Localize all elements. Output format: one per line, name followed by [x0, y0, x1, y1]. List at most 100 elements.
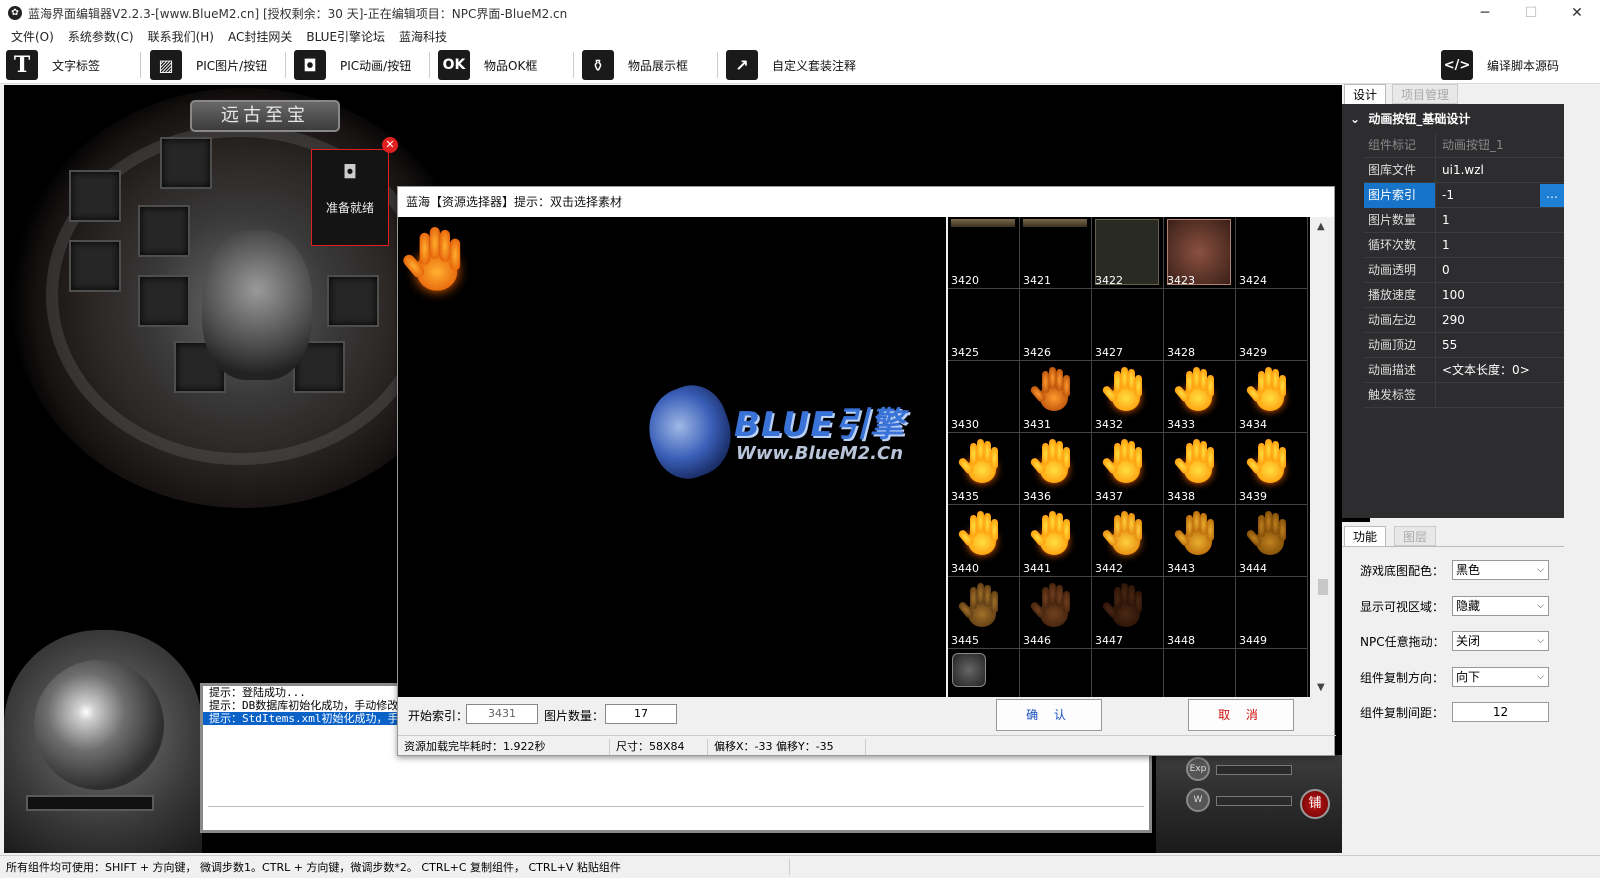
copy-direction-select[interactable]: 向下 ⌵	[1452, 667, 1549, 687]
close-button[interactable]: ✕	[1554, 0, 1600, 26]
resource-cell[interactable]: 3424	[1236, 217, 1308, 289]
prop-row-trigger-label[interactable]: 触发标签	[1364, 383, 1564, 408]
property-group-header[interactable]: ⌄ 动画按钮_基础设计	[1344, 108, 1564, 130]
resource-cell[interactable]	[948, 649, 1020, 697]
resource-cell[interactable]: 3449	[1236, 577, 1308, 649]
shop-button[interactable]: 铺	[1300, 789, 1330, 819]
browse-button[interactable]: …	[1540, 184, 1564, 207]
resource-cell[interactable]: 3436	[1020, 433, 1092, 505]
weight-toggle-button[interactable]: W	[1186, 788, 1210, 812]
item-show-tool[interactable]: ⚱ 物品展示框	[582, 49, 688, 81]
copy-spacing-input[interactable]: 12	[1452, 702, 1549, 722]
item-slot[interactable]	[69, 240, 121, 292]
resource-cell[interactable]	[1236, 649, 1308, 697]
cancel-button[interactable]: 取 消	[1188, 699, 1294, 731]
item-slot[interactable]	[69, 170, 121, 222]
resource-cell[interactable]: 3435	[948, 433, 1020, 505]
resource-cell[interactable]: 3420	[948, 217, 1020, 289]
prop-value[interactable]: 1	[1442, 208, 1450, 233]
minimize-button[interactable]: ─	[1462, 0, 1508, 26]
prop-row-anim-top[interactable]: 动画顶边 55	[1364, 333, 1564, 358]
prop-row-anim-desc[interactable]: 动画描述 <文本长度：0>	[1364, 358, 1564, 383]
resource-cell[interactable]: 3447	[1092, 577, 1164, 649]
resource-cell[interactable]	[1164, 649, 1236, 697]
resource-cell[interactable]: 3439	[1236, 433, 1308, 505]
resource-cell[interactable]	[1092, 649, 1164, 697]
pic-anim-tool[interactable]: ◘ PIC动画/按钮	[294, 49, 411, 81]
resource-cell[interactable]: 3431	[1020, 361, 1092, 433]
item-slot[interactable]	[327, 275, 379, 327]
bg-color-select[interactable]: 黑色 ⌵	[1452, 560, 1549, 580]
resource-cell[interactable]: 3438	[1164, 433, 1236, 505]
visible-area-select[interactable]: 隐藏 ⌵	[1452, 596, 1549, 616]
pic-button-tool[interactable]: ▨ PIC图片/按钮	[150, 49, 267, 81]
tab-project[interactable]: 项目管理	[1392, 84, 1459, 104]
menu-ac-gateway[interactable]: AC封挂网关	[221, 28, 299, 45]
confirm-button[interactable]: 确 认	[996, 699, 1102, 731]
item-slot[interactable]	[160, 137, 212, 189]
resource-cell[interactable]: 3430	[948, 361, 1020, 433]
menu-file[interactable]: 文件(O)	[4, 28, 61, 45]
resource-cell[interactable]: 3427	[1092, 289, 1164, 361]
menu-forum[interactable]: BLUE引擎论坛	[299, 28, 392, 45]
scroll-up-icon[interactable]: ▲	[1317, 221, 1325, 232]
resource-cell[interactable]: 3423	[1164, 217, 1236, 289]
resource-cell[interactable]: 3442	[1092, 505, 1164, 577]
resource-cell[interactable]: 3437	[1092, 433, 1164, 505]
resource-cell[interactable]: 3433	[1164, 361, 1236, 433]
compile-tool[interactable]: </> 编译脚本源码	[1441, 49, 1559, 81]
resource-cell[interactable]: 3446	[1020, 577, 1092, 649]
remove-component-icon[interactable]: ✕	[382, 137, 398, 153]
tab-layer[interactable]: 图层	[1394, 526, 1437, 546]
prop-value[interactable]: 0	[1442, 258, 1450, 283]
custom-note-tool[interactable]: ↗ 自定义套装注释	[726, 49, 856, 81]
resource-cell[interactable]: 3425	[948, 289, 1020, 361]
resource-grid[interactable]: 3420 3421 3422 3423 3424 3425 3426 3427 3428 3429…	[948, 217, 1310, 697]
prop-row-anim-left[interactable]: 动画左边 290	[1364, 308, 1564, 333]
resource-cell[interactable]	[1020, 649, 1092, 697]
tab-design[interactable]: 设计	[1344, 84, 1387, 104]
menu-contact[interactable]: 联系我们(H)	[141, 28, 221, 45]
resource-cell[interactable]: 3444	[1236, 505, 1308, 577]
scroll-thumb[interactable]	[1318, 579, 1328, 595]
prop-value[interactable]: 55	[1442, 333, 1457, 358]
prop-row-image-count[interactable]: 图片数量 1	[1364, 208, 1564, 233]
tab-function[interactable]: 功能	[1344, 526, 1387, 546]
prop-row-component-id[interactable]: 组件标记 动画按钮_1	[1364, 133, 1564, 158]
exp-toggle-button[interactable]: Exp	[1186, 757, 1210, 781]
item-slot[interactable]	[138, 205, 190, 257]
prop-value[interactable]: <文本长度：0>	[1442, 358, 1530, 383]
resource-cell[interactable]: 3441	[1020, 505, 1092, 577]
item-slot[interactable]	[138, 275, 190, 327]
prop-row-library-file[interactable]: 图库文件 ui1.wzl	[1364, 158, 1564, 183]
image-count-input[interactable]: 17	[605, 704, 677, 724]
prop-value[interactable]: 动画按钮_1	[1442, 133, 1504, 158]
resource-cell[interactable]: 3429	[1236, 289, 1308, 361]
resource-cell[interactable]: 3443	[1164, 505, 1236, 577]
menu-settings[interactable]: 系统参数(C)	[61, 28, 141, 45]
resource-cell[interactable]: 3422	[1092, 217, 1164, 289]
prop-value[interactable]: 100	[1442, 283, 1465, 308]
resource-cell[interactable]: 3426	[1020, 289, 1092, 361]
resource-cell[interactable]: 3445	[948, 577, 1020, 649]
chat-input[interactable]	[208, 806, 1144, 816]
prop-row-loop-count[interactable]: 循环次数 1	[1364, 233, 1564, 258]
resource-cell[interactable]: 3421	[1020, 217, 1092, 289]
prop-value[interactable]: -1	[1442, 183, 1454, 208]
npc-drag-select[interactable]: 关闭 ⌵	[1452, 631, 1549, 651]
resource-cell[interactable]: 3432	[1092, 361, 1164, 433]
resource-cell[interactable]: 3434	[1236, 361, 1308, 433]
animation-button-component[interactable]: ◘ 准备就绪	[311, 149, 389, 246]
prop-value[interactable]: 1	[1442, 233, 1450, 258]
resource-cell[interactable]: 3440	[948, 505, 1020, 577]
prop-value[interactable]: ui1.wzl	[1442, 158, 1484, 183]
prop-row-play-speed[interactable]: 播放速度 100	[1364, 283, 1564, 308]
item-ok-tool[interactable]: OK 物品OK框	[438, 49, 537, 81]
resource-cell[interactable]: 3448	[1164, 577, 1236, 649]
prop-row-image-index[interactable]: 图片索引 -1…	[1364, 183, 1564, 208]
maximize-button[interactable]: ☐	[1508, 0, 1554, 26]
start-index-input[interactable]: 3431	[466, 704, 538, 724]
prop-value[interactable]: 290	[1442, 308, 1465, 333]
scroll-down-icon[interactable]: ▼	[1317, 682, 1325, 693]
text-label-tool[interactable]: T 文字标签	[6, 49, 100, 81]
